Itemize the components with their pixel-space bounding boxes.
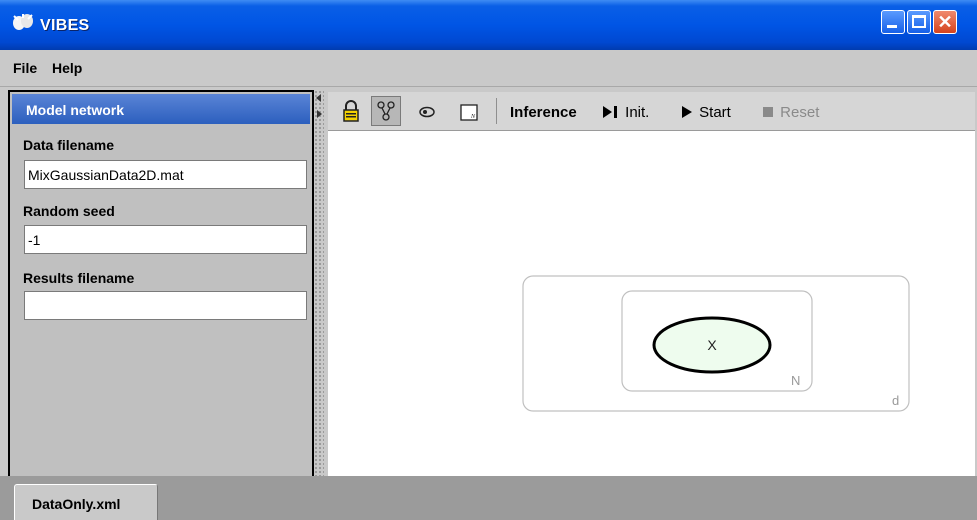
node-icon <box>419 106 435 118</box>
network-icon <box>377 101 395 121</box>
collapse-left-icon[interactable] <box>316 94 321 102</box>
minimize-icon <box>887 25 897 28</box>
menu-file[interactable]: File <box>13 60 37 76</box>
close-icon: ✕ <box>937 12 953 32</box>
outer-plate-label: d <box>892 393 899 408</box>
document-tab-strip: DataOnly.xml <box>0 476 977 520</box>
model-network-panel: Model network Data filename Random seed … <box>8 90 314 482</box>
init-label: Init. <box>625 104 650 121</box>
close-button[interactable]: ✕ <box>933 10 957 34</box>
init-button[interactable]: Init. <box>603 104 649 121</box>
panel-header: Model network <box>12 94 310 124</box>
maximize-button[interactable] <box>907 10 931 34</box>
toolbar: N Inference Init. Start Reset <box>328 92 975 131</box>
model-canvas[interactable]: d N X <box>328 131 975 476</box>
app-logo-icon <box>13 14 33 30</box>
graph-svg: d N X <box>522 275 910 412</box>
stop-icon <box>763 107 773 117</box>
plate-icon: N <box>460 104 478 121</box>
inner-plate-label: N <box>791 373 800 388</box>
app-window: VIBES ✕ File Help Model network Data fil… <box>0 0 977 520</box>
tab-label: DataOnly.xml <box>32 496 121 512</box>
menu-help[interactable]: Help <box>52 60 82 76</box>
tab-dataonly[interactable]: DataOnly.xml <box>14 484 158 520</box>
add-plate-button[interactable]: N <box>454 96 484 126</box>
toolbar-separator <box>496 98 497 124</box>
reset-label: Reset <box>780 104 820 121</box>
start-label: Start <box>699 104 731 121</box>
title-bar[interactable]: VIBES ✕ <box>0 0 977 50</box>
reset-button[interactable]: Reset <box>762 104 819 121</box>
lock-icon <box>343 100 359 122</box>
menu-bar: File Help <box>0 50 977 87</box>
network-mode-button[interactable] <box>371 96 401 126</box>
node-x-label: X <box>707 337 717 353</box>
results-filename-label: Results filename <box>23 270 135 286</box>
window-title: VIBES <box>40 17 90 34</box>
data-filename-label: Data filename <box>23 137 115 153</box>
random-seed-input[interactable] <box>24 225 307 254</box>
play-icon <box>682 106 692 118</box>
add-node-button[interactable] <box>412 96 442 126</box>
lock-button[interactable] <box>336 96 366 126</box>
inference-label: Inference <box>510 104 577 121</box>
step-icon <box>603 106 617 118</box>
panel-title: Model network <box>26 102 125 118</box>
expand-right-icon[interactable] <box>317 110 322 118</box>
split-divider[interactable] <box>314 90 324 482</box>
data-filename-input[interactable] <box>24 160 307 189</box>
results-filename-input[interactable] <box>24 291 307 320</box>
random-seed-label: Random seed <box>23 203 115 219</box>
minimize-button[interactable] <box>881 10 905 34</box>
maximize-icon <box>912 15 926 28</box>
start-button[interactable]: Start <box>681 104 731 121</box>
